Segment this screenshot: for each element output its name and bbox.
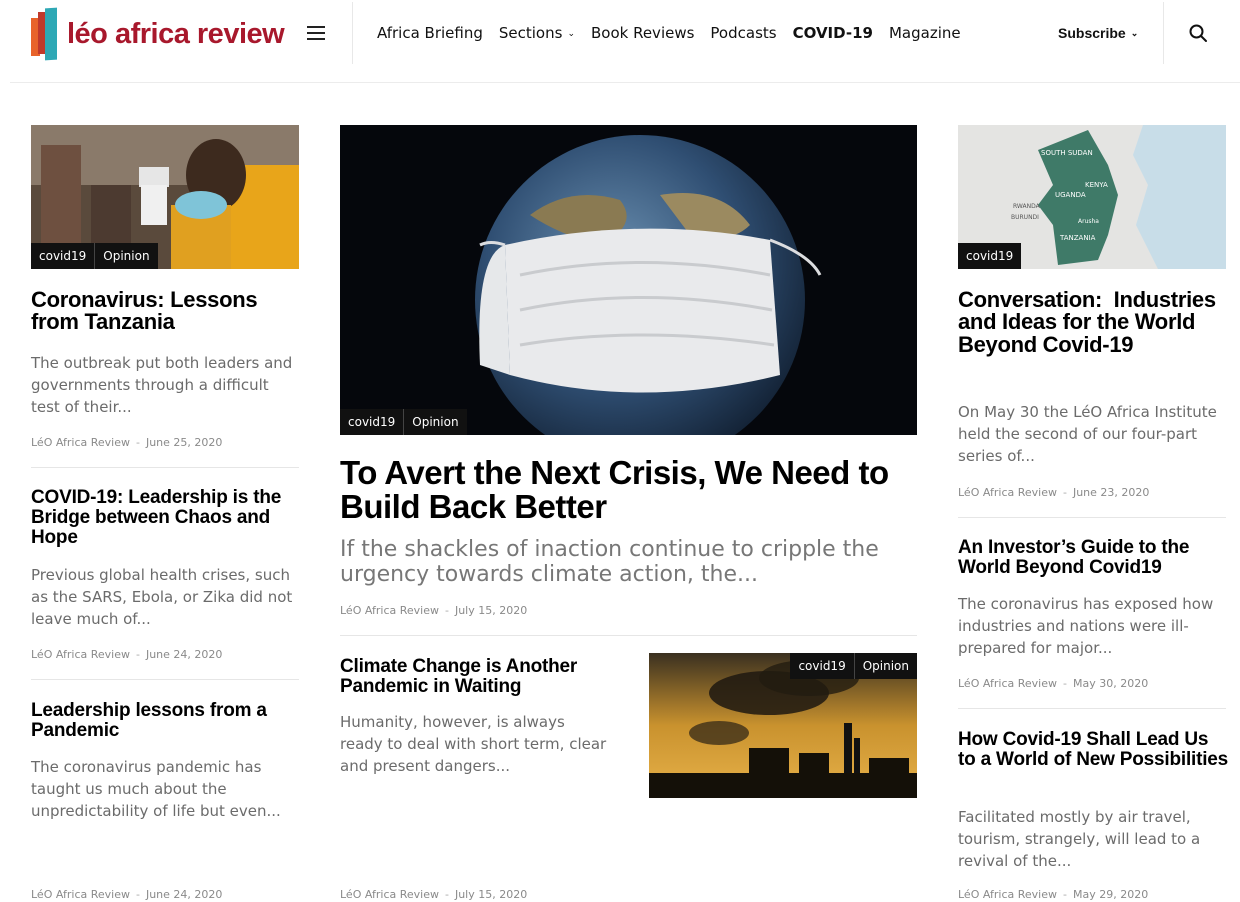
divider: [958, 708, 1226, 709]
tag-group: covid19 Opinion: [340, 409, 467, 435]
tag-covid19[interactable]: covid19: [958, 243, 1022, 269]
tag-group: covid19 Opinion: [790, 653, 917, 679]
article-meta: LéO Africa Review - June 23, 2020: [958, 486, 1150, 499]
article-title[interactable]: Coronavirus: Lessons from Tanzania: [31, 288, 301, 334]
search-icon[interactable]: [1188, 23, 1208, 43]
article-excerpt: The outbreak put both leaders and govern…: [31, 354, 293, 416]
site-logo[interactable]: léo africa review: [31, 6, 285, 62]
article-title[interactable]: COVID-19: Leadership is the Bridge betwe…: [31, 488, 301, 548]
subscribe-dropdown[interactable]: Subscribe ⌄: [1058, 25, 1138, 41]
nav-africa-briefing[interactable]: Africa Briefing: [377, 24, 483, 42]
article-meta: LéO Africa Review - July 15, 2020: [340, 888, 528, 901]
article-title[interactable]: To Avert the Next Crisis, We Need to Bui…: [340, 456, 920, 523]
article-excerpt: Previous global health crises, such as t…: [31, 566, 293, 628]
article-title[interactable]: An Investor’s Guide to the World Beyond …: [958, 538, 1230, 578]
article-thumbnail-map[interactable]: SOUTH SUDAN KENYA UGANDA RWANDA BURUNDI …: [958, 125, 1226, 269]
divider: [31, 679, 299, 680]
nav-sections-label: Sections: [498, 24, 563, 42]
article-date: July 15, 2020: [454, 604, 528, 617]
article-meta: LéO Africa Review - June 24, 2020: [31, 648, 223, 661]
article-date: June 25, 2020: [145, 436, 223, 449]
article-thumbnail-tanzania[interactable]: covid19 Opinion: [31, 125, 299, 269]
article-date: June 24, 2020: [145, 648, 223, 661]
nav-book-reviews[interactable]: Book Reviews: [591, 24, 694, 42]
header-divider: [352, 2, 353, 64]
article-date: May 30, 2020: [1072, 677, 1149, 690]
tag-covid19[interactable]: covid19: [31, 243, 95, 269]
logo-mark-icon: [31, 6, 61, 62]
author-link[interactable]: LéO Africa Review: [958, 486, 1057, 499]
hamburger-menu-icon[interactable]: [307, 26, 325, 40]
header-bottom-border: [10, 82, 1240, 83]
author-link[interactable]: LéO Africa Review: [340, 604, 439, 617]
article-meta: LéO Africa Review - June 25, 2020: [31, 436, 223, 449]
site-header: léo africa review Africa Briefing Sectio…: [0, 0, 1240, 70]
article-excerpt: If the shackles of inaction continue to …: [340, 537, 879, 587]
tag-opinion[interactable]: Opinion: [403, 409, 467, 435]
article-title[interactable]: Conversation: Industries and Ideas for t…: [958, 288, 1230, 356]
article-date: July 15, 2020: [454, 888, 528, 901]
article-title[interactable]: Leadership lessons from a Pandemic: [31, 701, 301, 741]
divider: [958, 517, 1226, 518]
map-label: SOUTH SUDAN: [1041, 149, 1093, 157]
nav-covid19[interactable]: COVID-19: [793, 24, 873, 42]
article-meta: LéO Africa Review - June 24, 2020: [31, 888, 223, 901]
map-label: Arusha: [1078, 218, 1099, 225]
nav-podcasts[interactable]: Podcasts: [710, 24, 776, 42]
subscribe-label: Subscribe: [1058, 25, 1126, 41]
tag-covid19[interactable]: covid19: [790, 653, 854, 679]
tag-group: covid19 Opinion: [31, 243, 158, 269]
divider: [340, 635, 917, 636]
author-link[interactable]: LéO Africa Review: [31, 436, 130, 449]
article-excerpt: The coronavirus has exposed how industri…: [958, 595, 1214, 657]
article-date: June 23, 2020: [1072, 486, 1150, 499]
article-title[interactable]: Climate Change is Another Pandemic in Wa…: [340, 657, 620, 697]
divider: [31, 467, 299, 468]
chevron-down-icon: ⌄: [1130, 28, 1139, 38]
article-excerpt: The coronavirus pandemic has taught us m…: [31, 758, 281, 820]
header-divider: [1163, 2, 1164, 64]
tag-covid19[interactable]: covid19: [340, 409, 404, 435]
map-label: TANZANIA: [1059, 234, 1096, 242]
article-excerpt: Humanity, however, is always ready to de…: [340, 713, 607, 775]
author-link[interactable]: LéO Africa Review: [31, 648, 130, 661]
nav-sections[interactable]: Sections ⌄: [499, 24, 575, 42]
nav-magazine[interactable]: Magazine: [889, 24, 961, 42]
article-meta: LéO Africa Review - May 30, 2020: [958, 677, 1149, 690]
map-label: BURUNDI: [1011, 214, 1039, 221]
article-thumbnail-climate[interactable]: covid19 Opinion: [649, 653, 917, 798]
logo-text: léo africa review: [67, 17, 285, 50]
main-nav: Africa Briefing Sections ⌄ Book Reviews P…: [377, 24, 977, 42]
tag-opinion[interactable]: Opinion: [94, 243, 158, 269]
author-link[interactable]: LéO Africa Review: [958, 888, 1057, 901]
chevron-down-icon: ⌄: [567, 29, 575, 39]
article-excerpt: Facilitated mostly by air travel, touris…: [958, 808, 1201, 870]
article-image: [340, 125, 917, 435]
tag-opinion[interactable]: Opinion: [853, 653, 917, 679]
article-excerpt: On May 30 the LéO Africa Institute held …: [958, 403, 1217, 465]
map-label: UGANDA: [1055, 191, 1086, 199]
tag-group: covid19: [958, 243, 1022, 269]
article-meta: LéO Africa Review - May 29, 2020: [958, 888, 1149, 901]
map-label: RWANDA: [1013, 203, 1041, 210]
article-date: June 24, 2020: [145, 888, 223, 901]
map-label: KENYA: [1085, 181, 1108, 189]
author-link[interactable]: LéO Africa Review: [340, 888, 439, 901]
author-link[interactable]: LéO Africa Review: [31, 888, 130, 901]
article-date: May 29, 2020: [1072, 888, 1149, 901]
article-hero-image[interactable]: covid19 Opinion: [340, 125, 917, 435]
author-link[interactable]: LéO Africa Review: [958, 677, 1057, 690]
article-title[interactable]: How Covid-19 Shall Lead Us to a World of…: [958, 730, 1230, 770]
article-meta: LéO Africa Review - July 15, 2020: [340, 604, 528, 617]
